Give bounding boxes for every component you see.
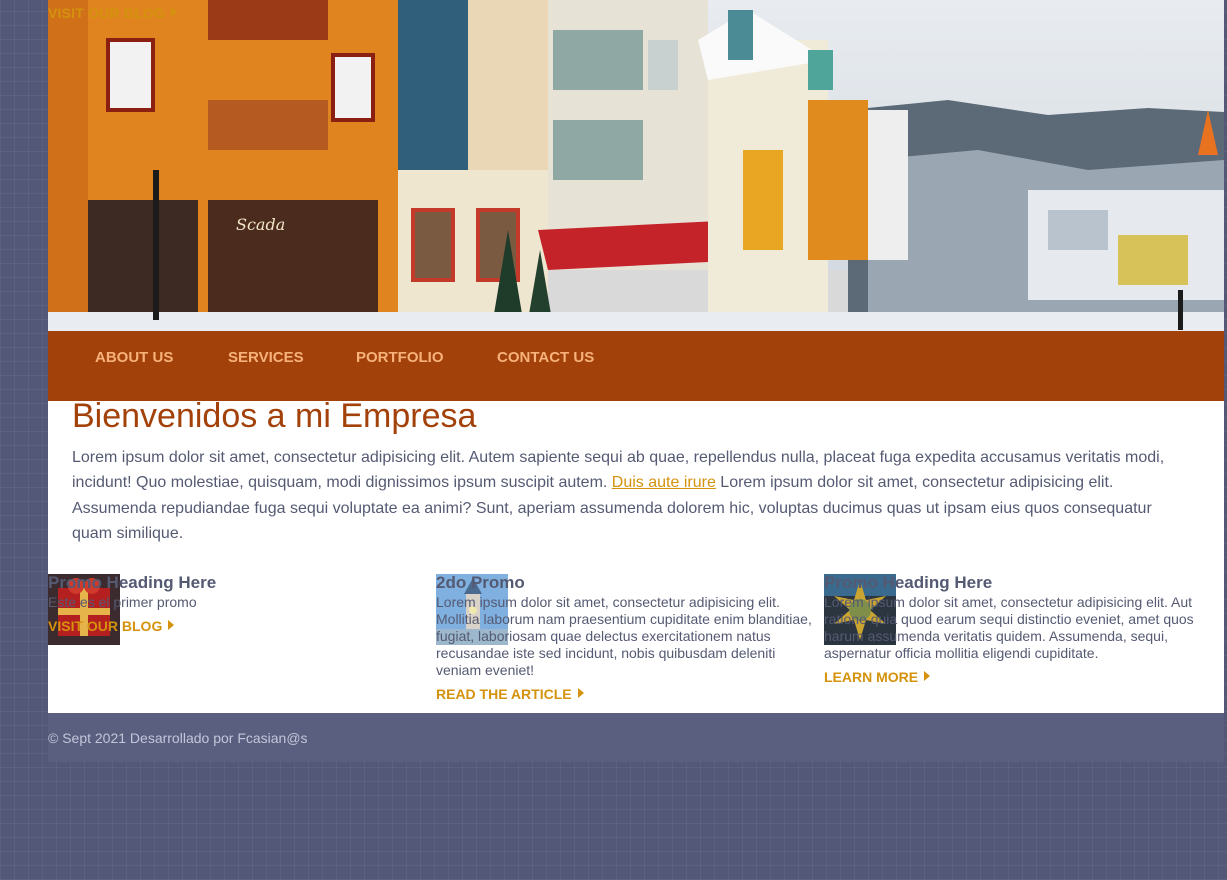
promo-heading: 2do Promo (436, 573, 525, 592)
page-wrapper: Scada VISIT OUR BLOG ABOUT US SERVICES P… (48, 0, 1224, 762)
hero-banner: Scada VISIT OUR BLOG (48, 0, 1224, 331)
promo-text: Lorem ipsum dolor sit amet, consectetur … (436, 594, 812, 678)
caret-right-icon (577, 688, 584, 698)
svg-text:Scada: Scada (236, 215, 285, 234)
visit-blog-label: VISIT OUR BLOG (48, 5, 166, 21)
promo-heading: Promo Heading Here (824, 573, 993, 592)
promo-2-link[interactable]: READ THE ARTICLE (436, 686, 584, 702)
visit-blog-link[interactable]: VISIT OUR BLOG (48, 5, 178, 21)
promo-link-label: LEARN MORE (824, 669, 919, 685)
promo-card-1: Promo Heading Here Este es el primer pro… (48, 573, 436, 645)
caret-right-icon (168, 620, 175, 630)
nav-item-about-us[interactable]: ABOUT US (95, 349, 173, 366)
nav-item-services[interactable]: SERVICES (228, 349, 304, 366)
promo-3-link[interactable]: LEARN MORE (824, 669, 931, 685)
caret-right-icon (924, 671, 931, 681)
promo-link-label: READ THE ARTICLE (436, 686, 572, 702)
intro-inline-link[interactable]: Duis aute irure (612, 474, 716, 491)
main-navigation: ABOUT US SERVICES PORTFOLIO CONTACT US (48, 331, 1224, 401)
caret-right-icon (171, 7, 178, 17)
nav-item-contact-us[interactable]: CONTACT US (497, 349, 594, 366)
footer-copyright: © Sept 2021 Desarrollado por Fcasian@s (48, 730, 308, 746)
promo-1-link[interactable]: VISIT OUR BLOG (48, 618, 175, 634)
intro-paragraph: Lorem ipsum dolor sit amet, consectetur … (72, 445, 1192, 546)
promo-card-3: Promo Heading Here Lorem ipsum dolor sit… (824, 574, 1212, 687)
promo-text: Este es el primer promo (48, 594, 197, 610)
promo-heading: Promo Heading Here (48, 573, 217, 592)
hero-photo: Scada (48, 0, 1224, 331)
footer: © Sept 2021 Desarrollado por Fcasian@s (48, 713, 1224, 762)
promo-text: Lorem ipsum dolor sit amet, consectetur … (824, 594, 1194, 661)
main-content: Bienvenidos a mi Empresa Lorem ipsum dol… (48, 397, 1224, 713)
nav-item-portfolio[interactable]: PORTFOLIO (356, 349, 444, 366)
page-title: Bienvenidos a mi Empresa (72, 397, 477, 435)
promo-link-label: VISIT OUR BLOG (48, 618, 163, 634)
promo-card-2: 2do Promo Lorem ipsum dolor sit amet, co… (436, 574, 824, 704)
